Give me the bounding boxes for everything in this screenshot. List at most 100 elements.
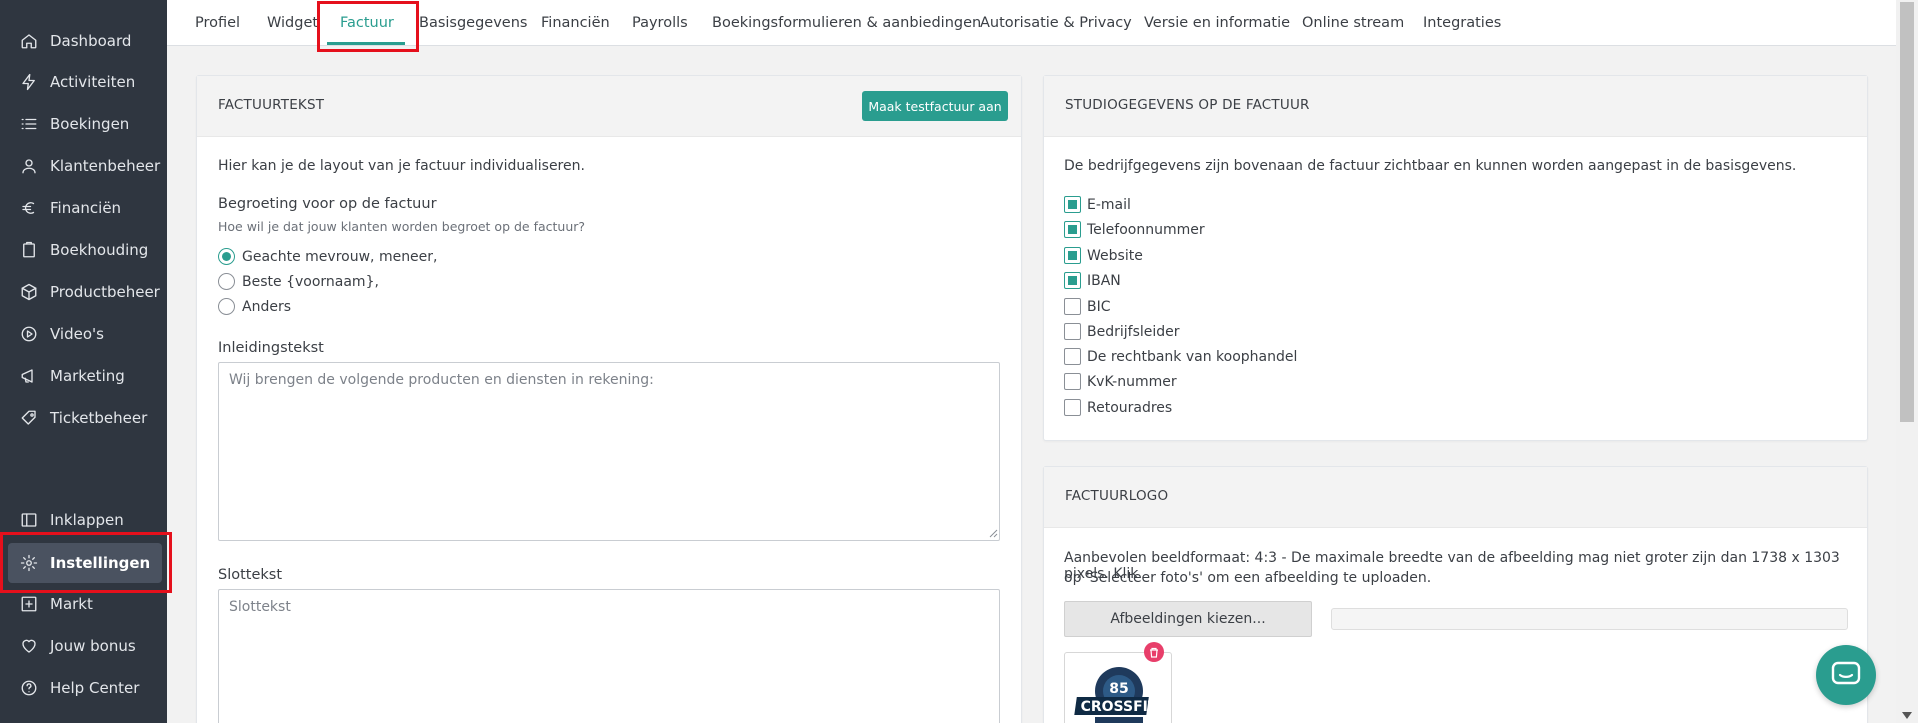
checkbox-email[interactable]: E-mail	[1064, 196, 1131, 213]
page-scrollbar[interactable]	[1896, 0, 1918, 723]
sidebar-item-dashboard[interactable]: Dashboard	[8, 21, 162, 61]
checkbox-bedrijfsleider[interactable]: Bedrijfsleider	[1064, 323, 1180, 340]
tab-factuur[interactable]: Factuur	[340, 0, 394, 46]
collapse-icon	[20, 511, 38, 529]
plus-square-icon	[20, 595, 38, 613]
sidebar-item-label: Markt	[50, 595, 93, 613]
logo-text: CROSSFIT	[1081, 699, 1158, 715]
choose-images-button[interactable]: Afbeeldingen kiezen...	[1064, 601, 1312, 637]
active-tab-indicator	[327, 42, 405, 45]
activity-icon	[20, 73, 38, 91]
crossfit-logo-image: 85 CROSSFIT	[1074, 667, 1158, 723]
resize-grip-icon[interactable]	[988, 528, 998, 538]
checkbox-unchecked[interactable]	[1064, 373, 1081, 390]
logo-number: 85	[1109, 681, 1128, 697]
sidebar-item-instellingen[interactable]: Instellingen	[8, 543, 162, 583]
tab-financien[interactable]: Financiën	[541, 0, 610, 46]
checkbox-website[interactable]: Website	[1064, 247, 1143, 264]
help-icon	[20, 679, 38, 697]
sidebar-item-klantenbeheer[interactable]: Klantenbeheer	[8, 146, 162, 186]
sidebar-item-label: Financiën	[50, 199, 122, 217]
radio-selected[interactable]	[218, 248, 235, 265]
radio-unselected[interactable]	[218, 298, 235, 315]
checkbox-retouradres[interactable]: Retouradres	[1064, 399, 1172, 416]
scroll-down-arrow-icon[interactable]	[1902, 712, 1912, 719]
checkbox-telefoonnummer[interactable]: Telefoonnummer	[1064, 221, 1205, 238]
card-header: FACTUURTEKST Maak testfactuur aan	[197, 76, 1021, 137]
sidebar-item-jouw-bonus[interactable]: Jouw bonus	[8, 626, 162, 666]
tab-autorisatie-privacy[interactable]: Autorisatie & Privacy	[980, 0, 1132, 46]
sidebar-item-inklappen[interactable]: Inklappen	[8, 500, 162, 540]
upload-progress-bar	[1331, 608, 1848, 630]
intro-text-input[interactable]	[218, 362, 1000, 541]
checkbox-kvk-nummer[interactable]: KvK-nummer	[1064, 373, 1177, 390]
checkbox-label: Retouradres	[1087, 399, 1173, 416]
greeting-option-formal[interactable]: Geachte mevrouw, meneer,	[218, 248, 438, 265]
sidebar-item-label: Klantenbeheer	[50, 157, 161, 175]
play-icon	[20, 325, 38, 343]
tab-integraties[interactable]: Integraties	[1423, 0, 1501, 46]
checkbox-unchecked[interactable]	[1064, 298, 1081, 315]
checkbox-label: De rechtbank van koophandel	[1087, 348, 1298, 365]
tab-profiel[interactable]: Profiel	[195, 0, 240, 46]
sidebar-item-activiteiten[interactable]: Activiteiten	[8, 62, 162, 102]
checkbox-bic[interactable]: BIC	[1064, 298, 1111, 315]
checkbox-label: Telefoonnummer	[1087, 221, 1205, 238]
card-title: FACTUURTEKST	[218, 97, 325, 113]
checkbox-checked[interactable]	[1064, 221, 1081, 238]
studio-details-card: STUDIOGEGEVENS OP DE FACTUUR De bedrijfg…	[1043, 75, 1868, 441]
create-test-invoice-button[interactable]: Maak testfactuur aan	[862, 91, 1008, 121]
checkbox-iban[interactable]: IBAN	[1064, 272, 1121, 289]
logo-description-line2: op 'Selecteer foto's' om een afbeelding …	[1064, 570, 1432, 586]
user-icon	[20, 157, 38, 175]
checkbox-unchecked[interactable]	[1064, 348, 1081, 365]
tab-payrolls[interactable]: Payrolls	[632, 0, 688, 46]
tab-basisgegevens[interactable]: Basisgegevens	[419, 0, 527, 46]
checkbox-unchecked[interactable]	[1064, 323, 1081, 340]
greeting-hint: Hoe wil je dat jouw klanten worden begro…	[218, 219, 586, 234]
sidebar-item-label: Inklappen	[50, 511, 124, 529]
sidebar-item-boekingen[interactable]: Boekingen	[8, 104, 162, 144]
box-icon	[20, 283, 38, 301]
sidebar-item-marketing[interactable]: Marketing	[8, 356, 162, 396]
sidebar-item-boekhouding[interactable]: Boekhouding	[8, 230, 162, 270]
checkbox-label: E-mail	[1087, 196, 1131, 213]
radio-unselected[interactable]	[218, 273, 235, 290]
closing-text-input[interactable]	[218, 589, 1000, 723]
checkbox-label: Bedrijfsleider	[1087, 323, 1180, 340]
checkbox-checked[interactable]	[1064, 247, 1081, 264]
checkbox-checked[interactable]	[1064, 272, 1081, 289]
sidebar-item-productbeheer[interactable]: Productbeheer	[8, 272, 162, 312]
invoice-logo-card: FACTUURLOGO Aanbevolen beeldformaat: 4:3…	[1043, 466, 1868, 723]
sidebar-item-financien[interactable]: Financiën	[8, 188, 162, 228]
checkbox-rechtbank[interactable]: De rechtbank van koophandel	[1064, 348, 1297, 365]
sidebar-item-label: Productbeheer	[50, 283, 160, 301]
scrollbar-thumb[interactable]	[1900, 2, 1914, 422]
studio-details-description: De bedrijfgegevens zijn bovenaan de fact…	[1064, 158, 1797, 174]
sidebar-item-label: Activiteiten	[50, 73, 136, 91]
sidebar-item-videos[interactable]: Video's	[8, 314, 162, 354]
checkbox-label: BIC	[1087, 298, 1111, 315]
radio-label: Beste {voornaam},	[242, 273, 379, 290]
checkbox-unchecked[interactable]	[1064, 399, 1081, 416]
greeting-option-firstname[interactable]: Beste {voornaam},	[218, 273, 379, 290]
sidebar-item-label: Dashboard	[50, 32, 132, 50]
sidebar-item-ticketbeheer[interactable]: Ticketbeheer	[8, 398, 162, 438]
sidebar-item-label: Boekhouding	[50, 241, 149, 259]
checkbox-label: Website	[1087, 247, 1143, 264]
sidebar-item-markt[interactable]: Markt	[8, 584, 162, 624]
chat-support-button[interactable]	[1816, 645, 1876, 705]
tab-versie-informatie[interactable]: Versie en informatie	[1144, 0, 1290, 46]
sidebar-item-help-center[interactable]: Help Center	[8, 668, 162, 708]
checkbox-checked[interactable]	[1064, 196, 1081, 213]
tab-boekingsformulieren[interactable]: Boekingsformulieren & aanbiedingen	[712, 0, 981, 46]
tab-online-stream[interactable]: Online stream	[1302, 0, 1404, 46]
sidebar-item-label: Marketing	[50, 367, 125, 385]
tab-widget[interactable]: Widget	[267, 0, 318, 46]
radio-label: Geachte mevrouw, meneer,	[242, 248, 438, 265]
delete-logo-button[interactable]	[1144, 642, 1164, 662]
clipboard-icon	[20, 241, 38, 259]
trash-icon	[1150, 647, 1158, 658]
greeting-option-other[interactable]: Anders	[218, 298, 291, 315]
chat-icon	[1831, 661, 1861, 685]
